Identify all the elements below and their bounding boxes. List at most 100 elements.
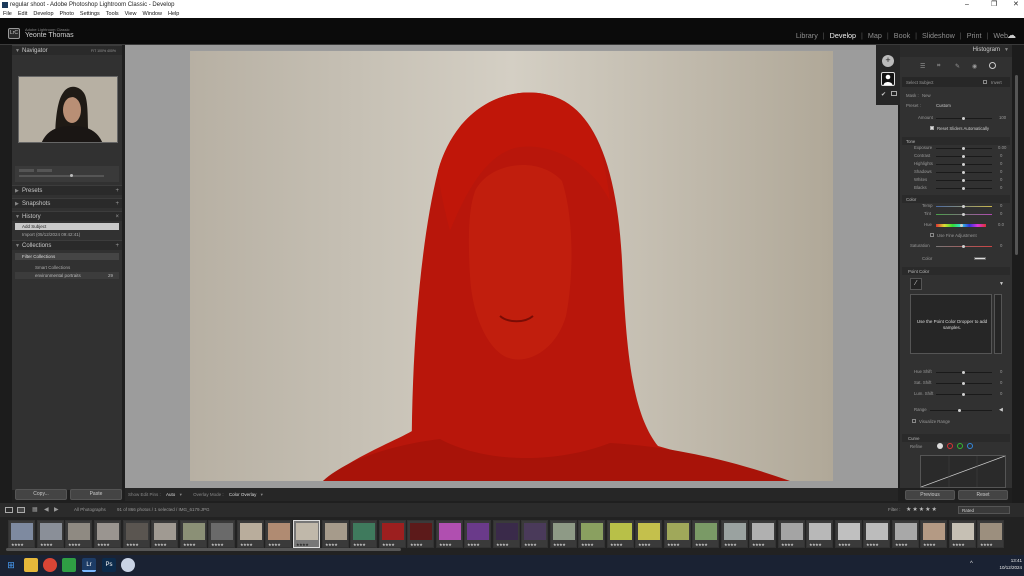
module-slideshow[interactable]: Slideshow (922, 31, 955, 40)
previous-button[interactable]: Previous (905, 490, 955, 500)
grid-icon[interactable]: ▦ (32, 503, 38, 517)
filmstrip-thumbnail[interactable]: ★★★★ (977, 520, 1004, 548)
filmstrip-thumbnail[interactable]: ★★★★ (778, 520, 805, 548)
slider-knob[interactable] (962, 163, 965, 166)
visualize-range-checkbox[interactable] (912, 419, 916, 423)
histogram-header[interactable]: Histogram ▼ (900, 45, 1012, 57)
minimize-button[interactable]: – (965, 0, 969, 10)
app-icon[interactable] (62, 558, 76, 572)
filmstrip-thumbnail[interactable]: ★★★★ (265, 520, 292, 548)
filmstrip-scrollbar[interactable] (6, 548, 401, 551)
slider-knob[interactable] (962, 171, 965, 174)
fine-adjust-checkbox[interactable] (930, 233, 934, 237)
forward-icon[interactable]: ▶ (54, 503, 59, 517)
tone-curve-graph[interactable] (920, 455, 1006, 488)
filmstrip-thumbnail[interactable]: ★★★★ (920, 520, 947, 548)
back-icon[interactable]: ◀ (44, 503, 49, 517)
red-eye-icon[interactable]: ◉ (972, 63, 977, 70)
cloud-icon[interactable]: ☁ (1007, 30, 1016, 41)
menu-tools[interactable]: Tools (106, 11, 119, 17)
curve-blue-icon[interactable] (967, 443, 973, 449)
filmstrip-thumbnail[interactable]: ★★★★ (664, 520, 691, 548)
clock[interactable]: 13:41 10/12/2024 (990, 557, 1022, 571)
masking-icon[interactable] (989, 62, 996, 69)
preset-select[interactable]: Custom (936, 103, 951, 108)
clear-history-icon[interactable]: × (115, 212, 119, 222)
paste-button[interactable]: Paste (70, 489, 122, 500)
curve-header[interactable]: Curve (902, 434, 1010, 442)
lightroom-taskbar-icon[interactable]: Lr (82, 558, 96, 572)
eyedropper-icon[interactable]: ⁄ (910, 278, 922, 290)
curve-red-icon[interactable] (947, 443, 953, 449)
navigator-zoom-options[interactable]: FIT 100% 400% (91, 46, 116, 56)
selected-mask-row[interactable]: Select Subject Invert (902, 77, 1010, 87)
collections-header[interactable]: ▼ Collections + (12, 240, 122, 250)
menu-settings[interactable]: Settings (80, 11, 100, 17)
add-preset-icon[interactable]: + (115, 186, 119, 196)
filmstrip-thumbnail[interactable]: ★★★★ (949, 520, 976, 548)
tone-header[interactable]: Tone (902, 137, 1010, 145)
filmstrip-thumbnail[interactable]: ★★★★ (806, 520, 833, 548)
invert-checkbox[interactable] (983, 80, 987, 84)
main-photo[interactable] (190, 51, 833, 481)
file-explorer-icon[interactable] (24, 558, 38, 572)
copy-button[interactable]: Copy... (15, 489, 67, 500)
filmstrip-thumbnail[interactable]: ★★★★ (635, 520, 662, 548)
add-collection-icon[interactable]: + (115, 241, 119, 251)
curve-rgb-icon[interactable] (937, 443, 943, 449)
slider-knob[interactable] (962, 245, 965, 248)
filmstrip-thumbnail[interactable]: ★★★★ (180, 520, 207, 548)
color-swatch[interactable] (974, 257, 986, 260)
filmstrip-thumbnail[interactable]: ★★★★ (65, 520, 92, 548)
secondary-window-icon[interactable] (17, 507, 25, 513)
range-toggle-icon[interactable]: ◀ (999, 407, 1003, 413)
close-button[interactable]: ✕ (1013, 0, 1019, 10)
filmstrip-thumbnail[interactable]: ★★★★ (436, 520, 463, 548)
show-overlay-check-icon[interactable]: ✔ (881, 91, 886, 98)
rating-filter[interactable]: ★★★★★ (906, 503, 938, 517)
mask-thumbnail[interactable] (881, 72, 895, 86)
panel-scrollbar[interactable] (1015, 75, 1018, 255)
history-item[interactable]: Add Subject (15, 223, 119, 230)
menu-help[interactable]: Help (168, 11, 179, 17)
filmstrip-thumbnail[interactable]: ★★★★ (407, 520, 434, 548)
filmstrip-thumbnail[interactable]: ★★★★ (37, 520, 64, 548)
healing-icon[interactable]: ✎ (955, 63, 960, 70)
photoshop-taskbar-icon[interactable]: Ps (102, 558, 116, 572)
filmstrip-thumbnail[interactable]: ★★★★ (607, 520, 634, 548)
slider-knob[interactable] (962, 371, 965, 374)
collection-environmental-portraits[interactable]: environmental portraits 29 (15, 272, 119, 279)
mask-name-value[interactable]: New (922, 93, 931, 98)
presets-header[interactable]: ▶ Presets + (12, 185, 122, 195)
mask-options-icon[interactable] (891, 91, 897, 96)
menu-view[interactable]: View (125, 11, 137, 17)
slider-knob[interactable] (960, 224, 963, 227)
point-color-header[interactable]: Point Color (902, 267, 1010, 275)
chevron-down-icon[interactable]: ▼ (999, 281, 1004, 287)
slider-knob[interactable] (962, 155, 965, 158)
filmstrip-thumbnail[interactable]: ★★★★ (550, 520, 577, 548)
reset-sliders-checkbox[interactable] (930, 126, 934, 130)
filmstrip-thumbnail[interactable]: ★★★★ (123, 520, 150, 548)
filmstrip-thumbnail[interactable]: ★★★★ (151, 520, 178, 548)
module-develop[interactable]: Develop (830, 31, 856, 40)
app-icon[interactable] (121, 558, 135, 572)
system-tray-icon[interactable]: ^ (970, 561, 973, 567)
module-library[interactable]: Library (796, 31, 818, 40)
filmstrip-thumbnail[interactable]: ★★★★ (237, 520, 264, 548)
filmstrip-thumbnail[interactable]: ★★★★ (578, 520, 605, 548)
filmstrip-thumbnail[interactable]: ★★★★ (322, 520, 349, 548)
edit-sliders-icon[interactable]: ☰ (920, 63, 925, 70)
menu-develop[interactable]: Develop (33, 11, 53, 17)
module-web[interactable]: Web (993, 31, 1008, 40)
filmstrip-source[interactable]: All Photographs (74, 503, 106, 517)
show-edit-pins-select[interactable]: Auto (166, 492, 175, 497)
module-print[interactable]: Print (967, 31, 982, 40)
filmstrip-thumbnail[interactable]: ★★★★ (493, 520, 520, 548)
filter-collections[interactable]: Filter Collections (15, 253, 119, 260)
slider-knob[interactable] (962, 205, 965, 208)
amount-knob[interactable] (962, 117, 965, 120)
history-item[interactable]: Import (05/12/2024 09:42:41) (15, 231, 119, 238)
slider-knob[interactable] (962, 393, 965, 396)
filmstrip-thumbnail[interactable]: ★★★★ (692, 520, 719, 548)
